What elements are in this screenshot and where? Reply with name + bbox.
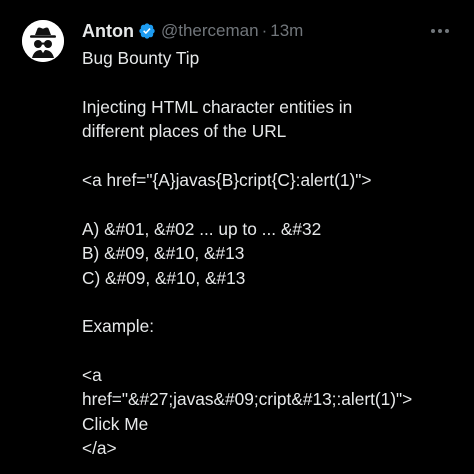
tweet-line: different places of the URL <box>82 121 287 142</box>
tweet-timestamp[interactable]: 13m <box>270 21 303 41</box>
tweet-line: href="&#27;javas&#09;cript&#13;:alert(1)… <box>82 389 413 410</box>
tweet-line: Click Me <box>82 413 149 434</box>
more-options-button[interactable] <box>426 20 454 42</box>
tweet-line: <a <box>82 365 102 386</box>
tweet: Anton @therceman · 13m Bug Bounty Tip In… <box>0 0 474 474</box>
tweet-line: B) &#09, &#10, &#13 <box>82 243 245 264</box>
tweet-line: </a> <box>82 438 117 459</box>
tweet-line: <a href="{A}javas{B}cript{C}:alert(1)"> <box>82 169 372 190</box>
tweet-line: C) &#09, &#10, &#13 <box>82 267 246 288</box>
incognito-icon <box>22 20 64 62</box>
author-name[interactable]: Anton <box>82 21 134 42</box>
more-options-icon <box>431 29 449 33</box>
tweet-line: Injecting HTML character entities in <box>82 96 353 117</box>
verified-badge-icon <box>138 22 156 40</box>
tweet-line: A) &#01, &#02 ... up to ... &#32 <box>82 218 322 239</box>
tweet-line: Example: <box>82 316 155 337</box>
author-handle[interactable]: @therceman <box>161 21 259 41</box>
separator-dot: · <box>261 21 268 40</box>
avatar[interactable] <box>22 20 64 62</box>
tweet-text: Bug Bounty Tip Injecting HTML character … <box>82 46 472 461</box>
tweet-line: Bug Bounty Tip <box>82 48 200 68</box>
tweet-header: Anton @therceman · 13m <box>82 17 303 45</box>
